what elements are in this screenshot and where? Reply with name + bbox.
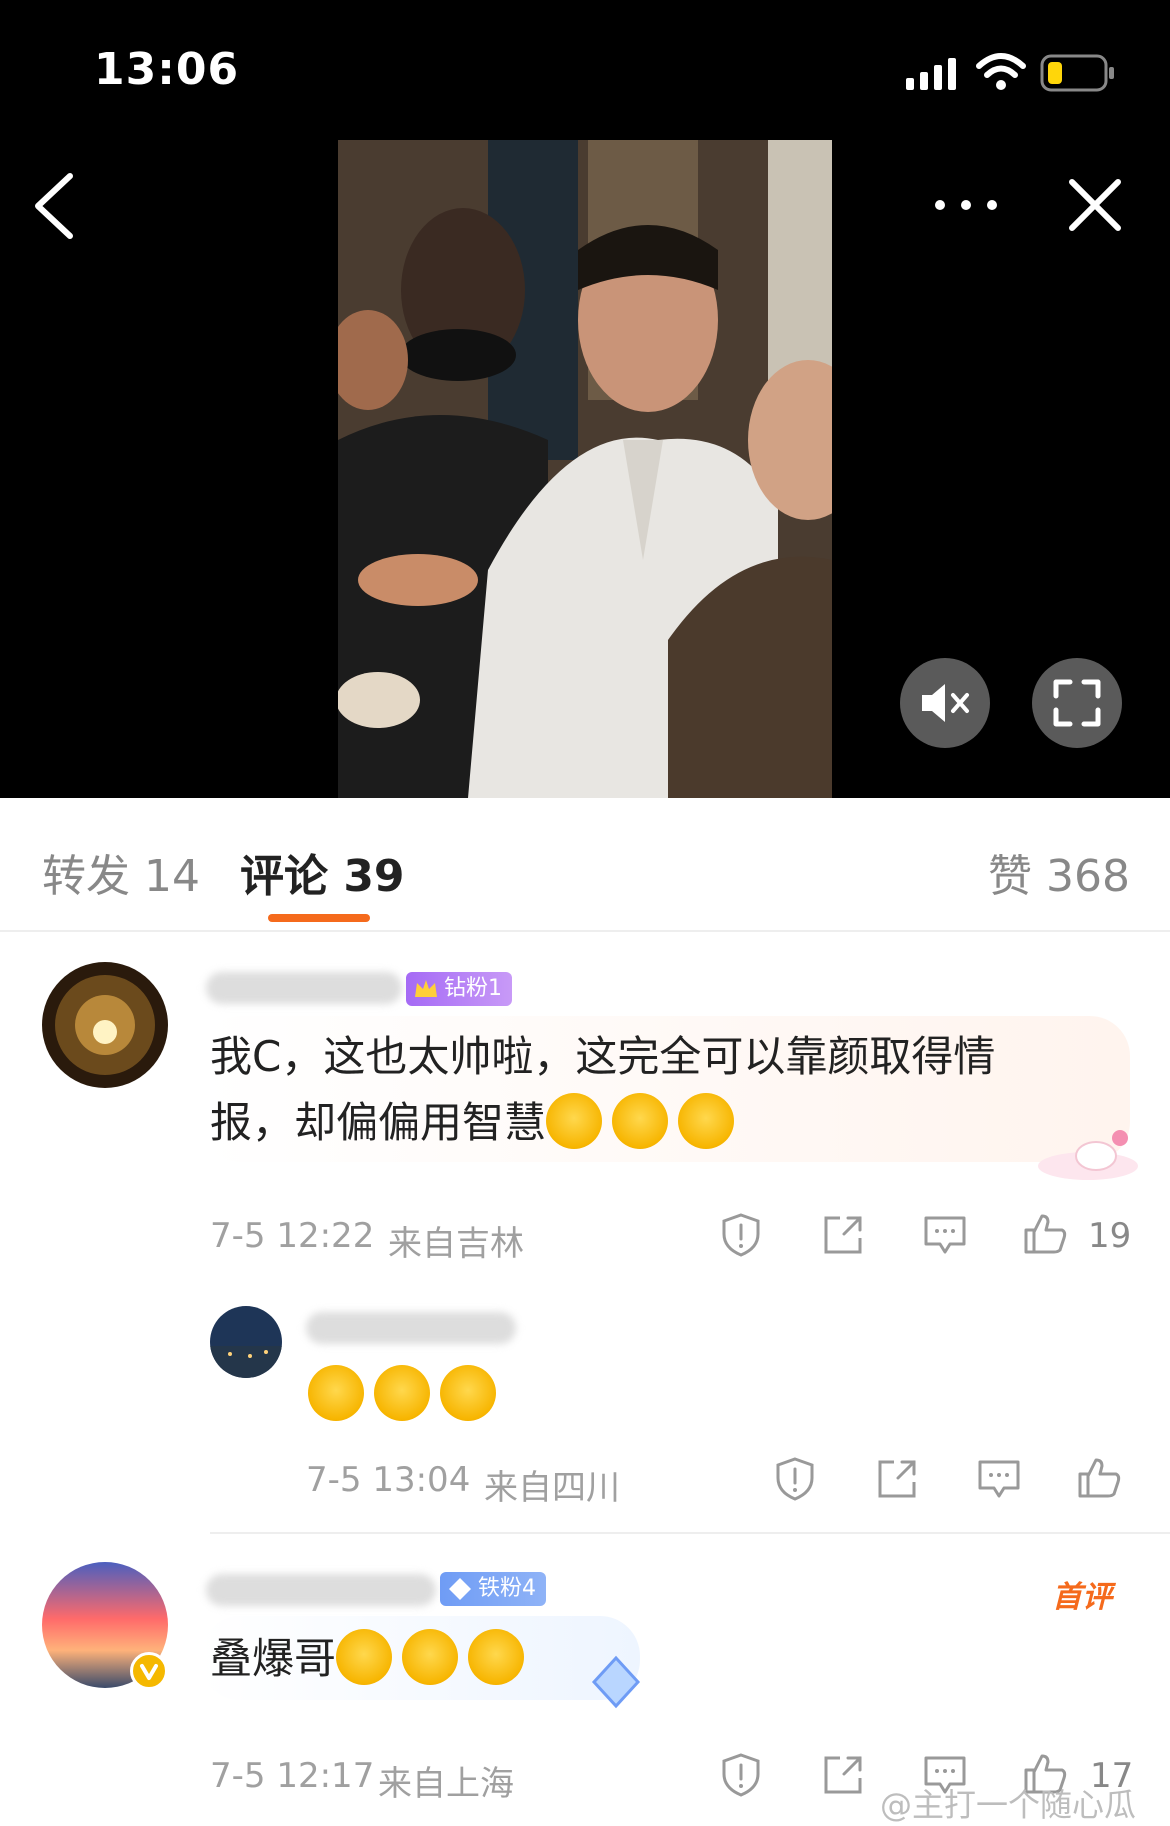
divider <box>210 1532 1170 1534</box>
like-icon[interactable] <box>1022 1210 1068 1256</box>
comment-icon[interactable] <box>922 1212 968 1258</box>
fullscreen-icon <box>1053 679 1101 727</box>
comment-icon[interactable] <box>976 1456 1022 1502</box>
sticker-cat-icon <box>1038 1130 1138 1180</box>
laughing-emoji-icon <box>308 1365 364 1421</box>
avatar[interactable] <box>42 962 168 1088</box>
comment-location: 来自上海 <box>378 1764 514 1804</box>
username[interactable] <box>206 972 402 1004</box>
wifi-icon <box>976 53 1026 90</box>
video-still-illustration <box>338 140 832 798</box>
reply-avatar[interactable] <box>210 1306 282 1378</box>
report-icon[interactable] <box>718 1752 764 1798</box>
back-button[interactable] <box>28 170 84 242</box>
close-button[interactable] <box>1066 176 1124 234</box>
fullscreen-button[interactable] <box>1032 658 1122 748</box>
laughing-emoji-icon <box>440 1365 496 1421</box>
first-comment-label: 首评 <box>1052 1580 1112 1615</box>
emoji-group <box>546 1093 744 1149</box>
comment-body: 叠爆哥 <box>210 1634 337 1683</box>
report-icon[interactable] <box>718 1212 764 1258</box>
fan-badge-label: 钻粉1 <box>444 976 502 1001</box>
comment-text: 叠爆哥 <box>210 1626 534 1692</box>
reply-text <box>308 1362 506 1428</box>
comment-text: 我C，这也太帅啦，这完全可以靠颜取得情报，却偏偏用智慧 <box>210 1024 1070 1156</box>
battery-icon <box>1040 54 1114 92</box>
flower-emoji-icon <box>336 1629 393 1685</box>
share-icon[interactable] <box>820 1752 866 1798</box>
emoji-icon <box>612 1093 669 1149</box>
video-frame[interactable] <box>338 140 832 798</box>
active-tab-indicator <box>268 914 370 922</box>
like-count: 19 <box>1088 1216 1132 1256</box>
reply-time: 7-5 13:04 <box>306 1460 471 1500</box>
tab-comments[interactable]: 评论 39 <box>240 840 405 904</box>
username[interactable] <box>206 1574 436 1606</box>
diamond-icon <box>449 1578 471 1600</box>
flower-emoji-icon <box>468 1629 525 1685</box>
tab-likes[interactable]: 赞 368 <box>988 840 1130 904</box>
verified-badge-icon <box>130 1652 168 1690</box>
fan-badge-label: 铁粉4 <box>478 1576 536 1601</box>
emoji-icon <box>678 1093 735 1149</box>
cellular-signal-icon <box>906 58 956 90</box>
share-icon[interactable] <box>874 1456 920 1502</box>
reply-location: 来自四川 <box>484 1468 620 1508</box>
watermark: @主打一个随心瓜 <box>880 1786 1137 1824</box>
tab-reposts[interactable]: 转发 14 <box>42 840 200 904</box>
reply-username[interactable] <box>306 1312 516 1344</box>
speaker-muted-icon <box>922 684 969 722</box>
fan-badge[interactable]: 钻粉1 <box>406 972 512 1006</box>
mute-button[interactable] <box>900 658 990 748</box>
report-icon[interactable] <box>772 1456 818 1502</box>
more-options-button[interactable] <box>926 180 1006 230</box>
flower-emoji-icon <box>402 1629 459 1685</box>
share-icon[interactable] <box>820 1212 866 1258</box>
status-time: 13:06 <box>94 44 240 95</box>
comment-time: 7-5 12:17 <box>210 1756 375 1796</box>
comment-time: 7-5 12:22 <box>210 1216 375 1256</box>
diamond-sticker-icon <box>591 1655 641 1709</box>
crown-icon <box>415 980 437 997</box>
fan-badge[interactable]: 铁粉4 <box>440 1572 546 1606</box>
comment-location: 来自吉林 <box>388 1224 524 1264</box>
laughing-emoji-icon <box>374 1365 430 1421</box>
emoji-icon <box>546 1093 603 1149</box>
like-icon[interactable] <box>1076 1454 1122 1500</box>
